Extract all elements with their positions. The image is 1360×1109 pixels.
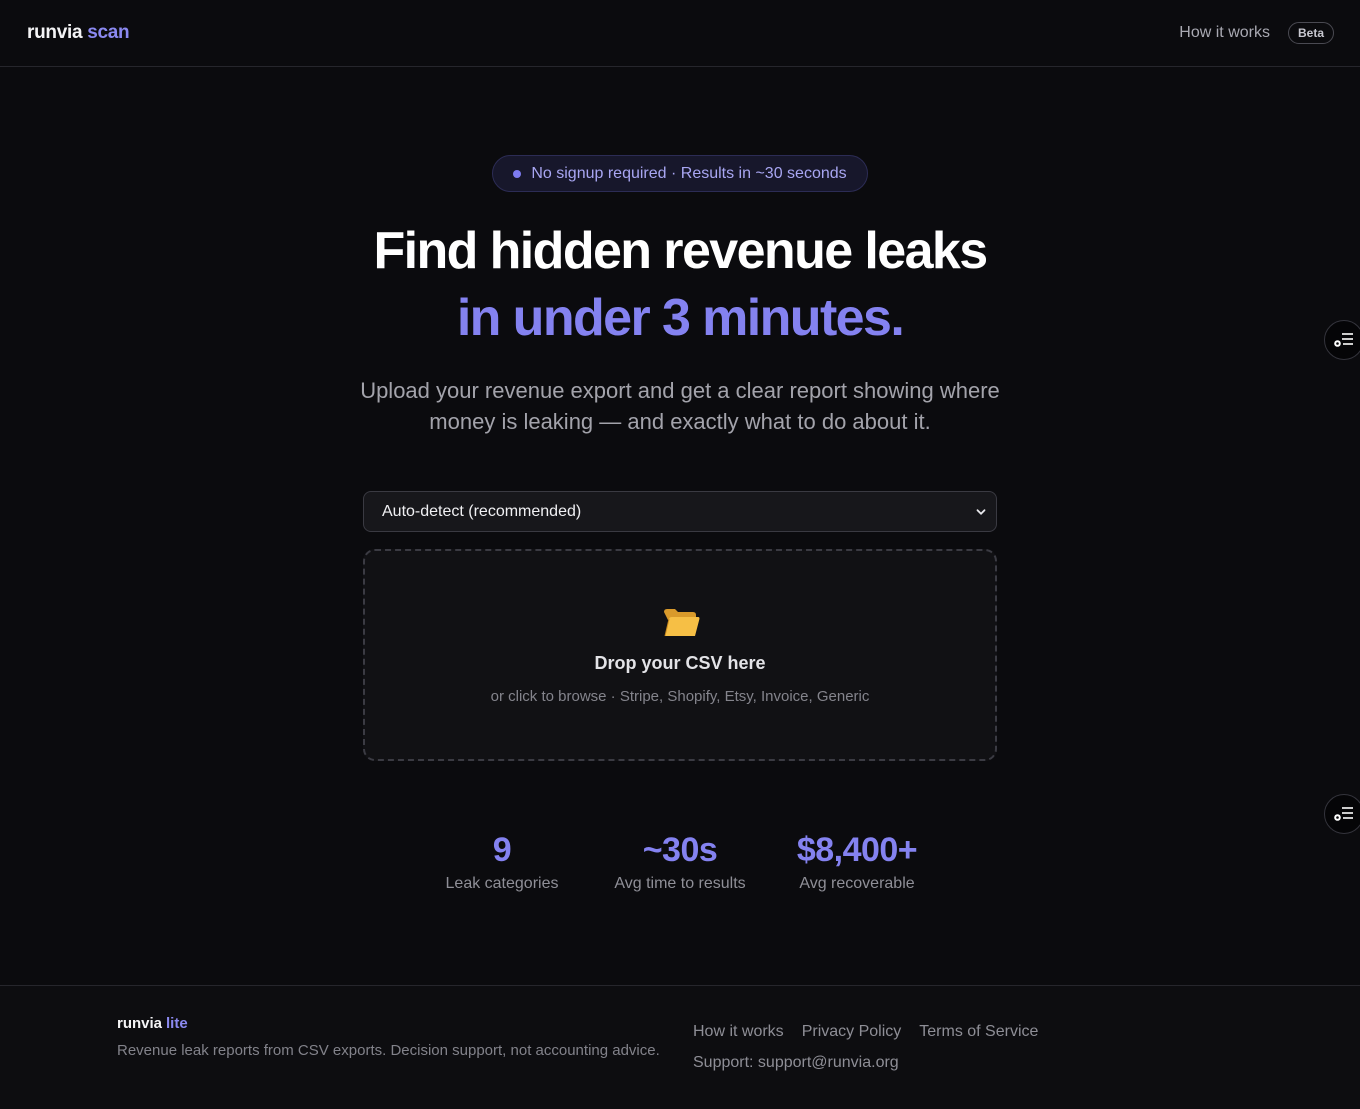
- format-select[interactable]: Auto-detect (recommended): [363, 491, 997, 532]
- brand-logo[interactable]: runvia scan: [27, 22, 130, 44]
- list-settings-icon: [1334, 333, 1353, 347]
- stat-label: Avg recoverable: [799, 875, 915, 892]
- footer-links: How it works Privacy Policy Terms of Ser…: [693, 1023, 1038, 1041]
- info-pill: No signup required · Results in ~30 seco…: [492, 155, 868, 192]
- brand-accent: scan: [87, 22, 130, 43]
- status-dot-icon: [513, 169, 522, 178]
- hero-subtitle: Upload your revenue export and get a cle…: [360, 378, 1000, 434]
- footer-support-email[interactable]: Support: support@runvia.org: [693, 1054, 899, 1072]
- chevron-down-icon: [976, 508, 986, 515]
- footer-link-terms-of-service[interactable]: Terms of Service: [919, 1023, 1038, 1041]
- stat-value: $8,400+: [796, 831, 918, 869]
- footer-link-how-it-works[interactable]: How it works: [693, 1023, 784, 1041]
- footer-description: Revenue leak reports from CSV exports. D…: [117, 1042, 660, 1059]
- footer-link-privacy-policy[interactable]: Privacy Policy: [802, 1023, 902, 1041]
- brand-name: runvia: [27, 22, 83, 43]
- stat-leak-categories: 9 Leak categories: [432, 828, 572, 893]
- hero-title: Find hidden revenue leaks: [373, 222, 988, 280]
- dropzone-title: Drop your CSV here: [594, 653, 766, 673]
- stat-label: Leak categories: [445, 875, 559, 892]
- footer-brand-accent: lite: [166, 1015, 188, 1032]
- stat-value: ~30s: [642, 831, 718, 869]
- footer-brand-name: runvia: [117, 1015, 163, 1032]
- stat-avg-time: ~30s Avg time to results: [600, 828, 760, 893]
- beta-badge: Beta: [1287, 22, 1334, 44]
- stat-avg-recoverable: $8,400+ Avg recoverable: [777, 828, 937, 893]
- hero-title-accent: in under 3 minutes.: [456, 289, 905, 347]
- header-nav: How it works Beta: [1179, 22, 1334, 44]
- how-it-works-link[interactable]: How it works: [1179, 24, 1270, 42]
- stat-label: Avg time to results: [614, 875, 746, 892]
- footer-brand[interactable]: runvia lite: [117, 1015, 188, 1032]
- folder-open-icon: [664, 609, 700, 637]
- format-select-value: Auto-detect (recommended): [382, 502, 582, 520]
- side-toolbar-button[interactable]: [1324, 320, 1360, 360]
- dropzone-subtitle: or click to browse · Stripe, Shopify, Et…: [490, 688, 870, 705]
- info-pill-text: No signup required · Results in ~30 seco…: [531, 164, 847, 182]
- side-toolbar-button[interactable]: [1324, 794, 1360, 834]
- csv-dropzone[interactable]: Drop your CSV here or click to browse · …: [363, 549, 997, 761]
- list-settings-icon: [1334, 807, 1353, 821]
- top-bar: runvia scan How it works Beta: [0, 0, 1360, 67]
- footer: runvia lite Revenue leak reports from CSV…: [0, 985, 1360, 1109]
- stat-value: 9: [492, 831, 512, 869]
